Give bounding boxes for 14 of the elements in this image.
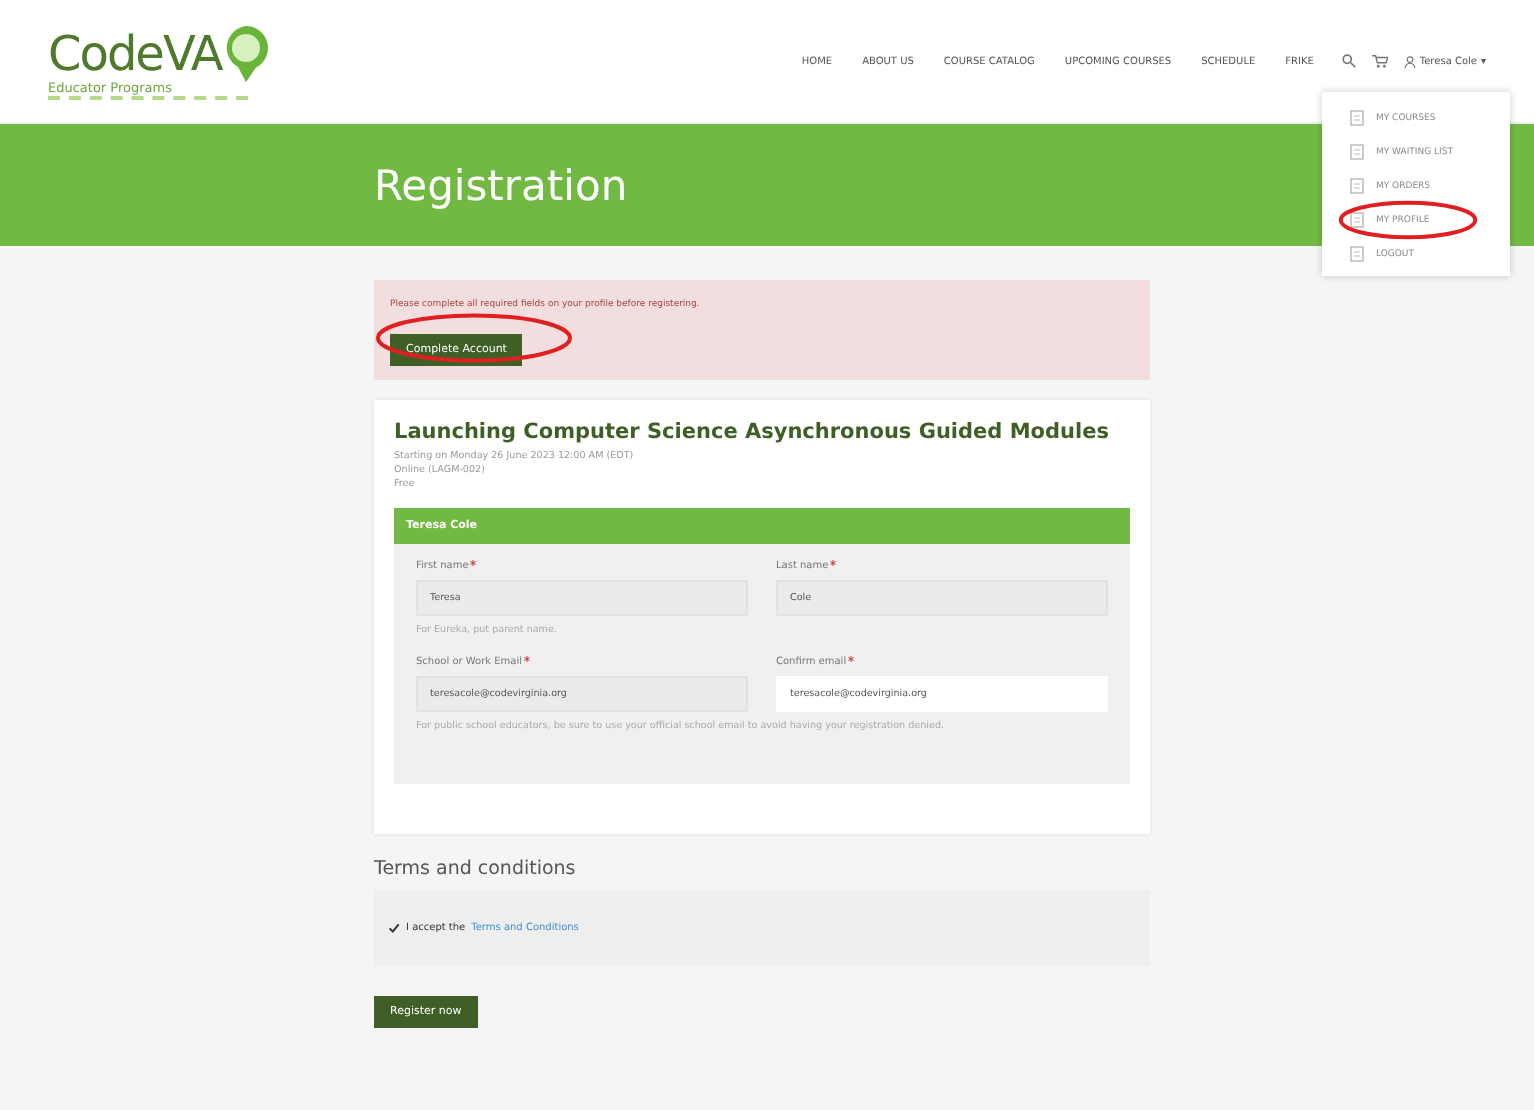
- document-icon: [1350, 178, 1364, 194]
- user-icon: [1403, 55, 1416, 67]
- cart-icon[interactable]: [1371, 54, 1388, 68]
- speech-bubble-icon: [221, 23, 270, 83]
- document-icon: [1350, 144, 1364, 160]
- search-icon[interactable]: [1341, 54, 1356, 68]
- page-title: Registration: [374, 161, 628, 209]
- section-heading: Terms and conditions: [374, 858, 578, 880]
- document-icon: [1350, 246, 1364, 262]
- document-icon: [1350, 212, 1364, 228]
- checkbox[interactable]: [388, 922, 400, 934]
- document-icon: [1350, 110, 1364, 126]
- course-title: Launching Computer Science Asynchronous Guided Modules: [394, 420, 1111, 444]
- logo-text[interactable]: CodeVA: [48, 25, 222, 81]
